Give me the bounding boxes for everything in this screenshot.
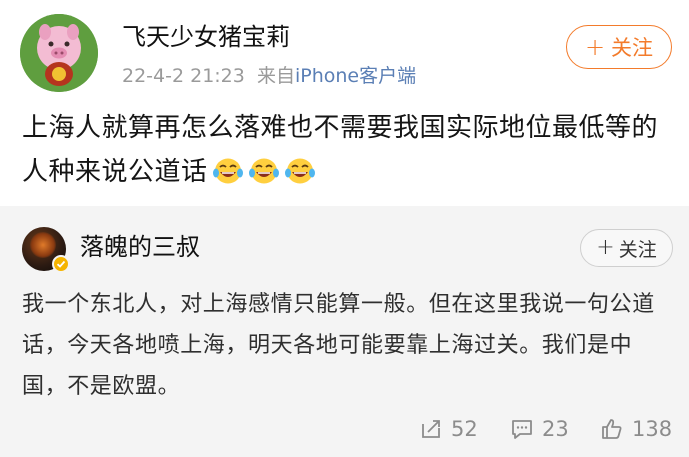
post-username[interactable]: 飞天少女猪宝莉 (122, 20, 290, 54)
post-body: 上海人就算再怎么落难也不需要我国实际地位最低等的人种来说公道话 (22, 113, 659, 187)
plus-icon: + (596, 235, 615, 260)
follow-button[interactable]: + 关注 (566, 25, 672, 69)
laugh-cry-icon (212, 156, 244, 186)
commenter-username[interactable]: 落魄的三叔 (80, 230, 200, 264)
avatar[interactable] (20, 14, 98, 92)
follow-commenter-button[interactable]: + 关注 (580, 229, 673, 267)
comment-icon (512, 420, 532, 439)
comment-card[interactable]: 落魄的三叔 + 关注 我一个东北人，对上海感情只能算一般。但在这里我说一句公道话… (0, 206, 689, 457)
post-source[interactable]: iPhone客户端 (295, 65, 416, 87)
avatar-glow (30, 232, 56, 258)
retweet-count: 52 (451, 417, 478, 441)
post-source-prefix: 来自 (256, 65, 295, 87)
pig-avatar-icon (20, 14, 98, 92)
plus-icon: + (584, 33, 606, 61)
thumbs-up-icon (602, 419, 622, 439)
weibo-post: 飞天少女猪宝莉 22-4-2 21:23 来自iPhone客户端 + 关注 上海… (0, 0, 689, 200)
post-text: 上海人就算再怎么落难也不需要我国实际地位最低等的人种来说公道话 (22, 106, 677, 194)
post-meta: 22-4-2 21:23 来自iPhone客户端 (122, 63, 416, 89)
follow-label: 关注 (611, 36, 654, 60)
comment-count: 23 (542, 417, 569, 441)
like-count: 138 (632, 417, 673, 441)
retweet-button[interactable]: 52 (419, 412, 478, 446)
follow-commenter-label: 关注 (618, 238, 657, 261)
comment-text: 我一个东北人，对上海感情只能算一般。但在这里我说一句公道话，今天各地喷上海，明天… (22, 292, 655, 399)
comment-button[interactable]: 23 (510, 412, 569, 446)
retweet-icon (422, 420, 440, 438)
post-time: 22-4-2 21:23 (122, 65, 245, 87)
laugh-cry-icon (248, 156, 280, 186)
laugh-cry-icon (284, 156, 316, 186)
like-button[interactable]: 138 (600, 412, 672, 446)
verified-badge-icon (52, 255, 70, 273)
